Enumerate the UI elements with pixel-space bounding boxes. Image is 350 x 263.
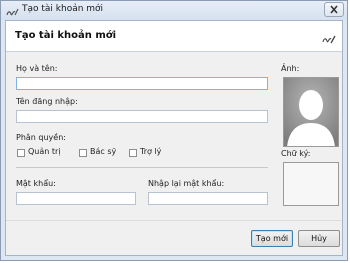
photo-box[interactable]	[283, 77, 339, 147]
confirm-password-label: Nhập lại mật khẩu:	[148, 179, 225, 188]
role-doctor-label[interactable]: Bác sỹ	[90, 147, 116, 156]
dialog-header: Tạo tài khoản mới	[6, 21, 342, 52]
username-input[interactable]	[16, 110, 268, 123]
window-title: Tạo tài khoản mới	[22, 4, 104, 14]
role-admin-checkbox[interactable]	[17, 149, 25, 157]
role-doctor-checkbox[interactable]	[79, 149, 87, 157]
close-button[interactable]	[324, 2, 344, 17]
signature-box[interactable]	[283, 162, 339, 206]
cancel-button[interactable]: Hủy	[298, 230, 340, 247]
signature-pen-icon	[322, 31, 336, 44]
role-assistant-label[interactable]: Trợ lý	[140, 147, 161, 156]
full-name-label: Họ và tên:	[16, 64, 58, 73]
role-admin-label[interactable]: Quản trị	[28, 147, 61, 156]
divider	[16, 167, 268, 168]
dialog-content: Tạo tài khoản mới Họ và tên: Tên đăng nh…	[5, 20, 343, 256]
dialog-footer: Tạo mới Hủy	[6, 220, 342, 255]
password-input[interactable]	[16, 192, 136, 205]
photo-label: Ảnh:	[281, 64, 300, 73]
role-assistant-checkbox[interactable]	[129, 149, 137, 157]
password-label: Mật khẩu:	[16, 179, 56, 188]
dialog-window: Tạo tài khoản mới Tạo tài khoản mới Họ v…	[0, 0, 348, 261]
username-label: Tên đăng nhập:	[16, 97, 78, 106]
create-button[interactable]: Tạo mới	[251, 230, 293, 247]
full-name-input[interactable]	[16, 77, 268, 90]
signature-label: Chữ ký:	[281, 149, 311, 158]
role-label: Phân quyền:	[16, 133, 66, 142]
confirm-password-input[interactable]	[148, 192, 268, 205]
page-title: Tạo tài khoản mới	[15, 30, 117, 41]
title-bar[interactable]: Tạo tài khoản mới	[1, 1, 347, 20]
signature-pen-icon	[6, 4, 19, 17]
